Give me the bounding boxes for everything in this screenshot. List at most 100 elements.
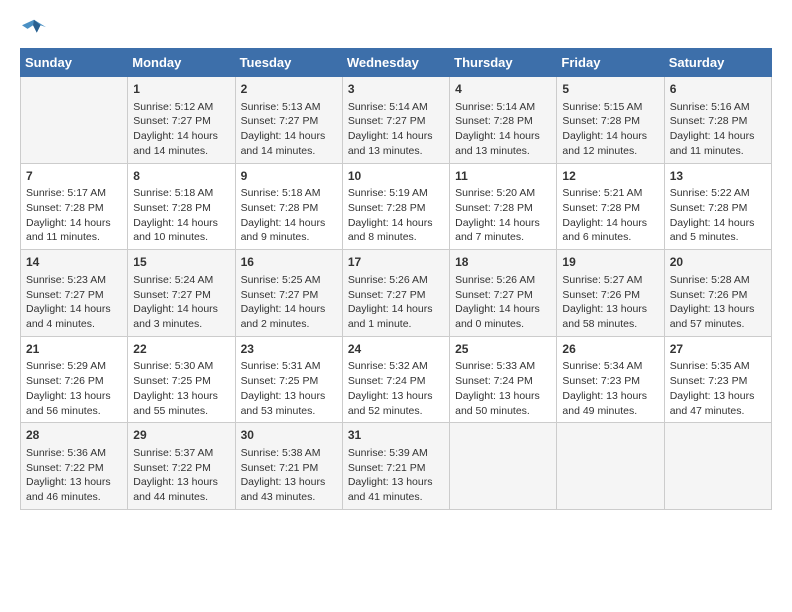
calendar-cell: 6 Sunrise: 5:16 AM Sunset: 7:28 PM Daylig… <box>664 77 771 164</box>
day-info: Sunrise: 5:34 AM Sunset: 7:23 PM Dayligh… <box>562 359 658 418</box>
calendar-cell: 8Sunrise: 5:18 AM Sunset: 7:28 PM Daylig… <box>128 163 235 250</box>
calendar-week-row: 21Sunrise: 5:29 AM Sunset: 7:26 PM Dayli… <box>21 336 772 423</box>
day-number: 26 <box>562 341 658 358</box>
day-number: 14 <box>26 254 122 271</box>
calendar-cell: 29 Sunrise: 5:37 AM Sunset: 7:22 PM Dayli… <box>128 423 235 510</box>
calendar-cell: 20 Sunrise: 5:28 AM Sunset: 7:26 PM Dayli… <box>664 250 771 337</box>
day-info: Sunrise: 5:21 AM Sunset: 7:28 PM Dayligh… <box>562 186 658 245</box>
calendar-cell <box>664 423 771 510</box>
calendar-cell <box>557 423 664 510</box>
day-info: Sunrise: 5:25 AM Sunset: 7:27 PM Dayligh… <box>241 273 337 332</box>
calendar-cell: 30 Sunrise: 5:38 AM Sunset: 7:21 PM Dayli… <box>235 423 342 510</box>
calendar-week-row: 1 Sunrise: 5:12 AM Sunset: 7:27 PM Daylig… <box>21 77 772 164</box>
day-number: 13 <box>670 168 766 185</box>
calendar-cell: 23Sunrise: 5:31 AM Sunset: 7:25 PM Dayli… <box>235 336 342 423</box>
day-info: Sunrise: 5:22 AM Sunset: 7:28 PM Dayligh… <box>670 186 766 245</box>
calendar-header-row: SundayMondayTuesdayWednesdayThursdayFrid… <box>21 49 772 77</box>
calendar-cell: 3 Sunrise: 5:14 AM Sunset: 7:27 PM Daylig… <box>342 77 449 164</box>
day-number: 7 <box>26 168 122 185</box>
day-info: Sunrise: 5:20 AM Sunset: 7:28 PM Dayligh… <box>455 186 551 245</box>
day-info: Sunrise: 5:27 AM Sunset: 7:26 PM Dayligh… <box>562 273 658 332</box>
col-header-friday: Friday <box>557 49 664 77</box>
col-header-tuesday: Tuesday <box>235 49 342 77</box>
logo <box>20 16 52 40</box>
day-number: 9 <box>241 168 337 185</box>
calendar-table: SundayMondayTuesdayWednesdayThursdayFrid… <box>20 48 772 510</box>
day-info: Sunrise: 5:15 AM Sunset: 7:28 PM Dayligh… <box>562 100 658 159</box>
day-info: Sunrise: 5:33 AM Sunset: 7:24 PM Dayligh… <box>455 359 551 418</box>
day-number: 27 <box>670 341 766 358</box>
calendar-cell: 14 Sunrise: 5:23 AM Sunset: 7:27 PM Dayli… <box>21 250 128 337</box>
calendar-cell <box>450 423 557 510</box>
day-info: Sunrise: 5:37 AM Sunset: 7:22 PM Dayligh… <box>133 446 229 505</box>
day-number: 18 <box>455 254 551 271</box>
calendar-cell: 5 Sunrise: 5:15 AM Sunset: 7:28 PM Daylig… <box>557 77 664 164</box>
day-number: 23 <box>241 341 337 358</box>
calendar-cell: 17 Sunrise: 5:26 AM Sunset: 7:27 PM Dayli… <box>342 250 449 337</box>
day-number: 11 <box>455 168 551 185</box>
day-info: Sunrise: 5:14 AM Sunset: 7:28 PM Dayligh… <box>455 100 551 159</box>
col-header-monday: Monday <box>128 49 235 77</box>
day-number: 6 <box>670 81 766 98</box>
day-number: 15 <box>133 254 229 271</box>
col-header-sunday: Sunday <box>21 49 128 77</box>
calendar-cell: 25Sunrise: 5:33 AM Sunset: 7:24 PM Dayli… <box>450 336 557 423</box>
day-info: Sunrise: 5:19 AM Sunset: 7:28 PM Dayligh… <box>348 186 444 245</box>
day-info: Sunrise: 5:16 AM Sunset: 7:28 PM Dayligh… <box>670 100 766 159</box>
day-number: 10 <box>348 168 444 185</box>
calendar-week-row: 28 Sunrise: 5:36 AM Sunset: 7:22 PM Dayli… <box>21 423 772 510</box>
col-header-thursday: Thursday <box>450 49 557 77</box>
day-number: 24 <box>348 341 444 358</box>
calendar-cell: 4 Sunrise: 5:14 AM Sunset: 7:28 PM Daylig… <box>450 77 557 164</box>
day-number: 22 <box>133 341 229 358</box>
day-info: Sunrise: 5:28 AM Sunset: 7:26 PM Dayligh… <box>670 273 766 332</box>
day-info: Sunrise: 5:31 AM Sunset: 7:25 PM Dayligh… <box>241 359 337 418</box>
calendar-cell: 24Sunrise: 5:32 AM Sunset: 7:24 PM Dayli… <box>342 336 449 423</box>
calendar-cell: 13Sunrise: 5:22 AM Sunset: 7:28 PM Dayli… <box>664 163 771 250</box>
day-number: 17 <box>348 254 444 271</box>
day-number: 21 <box>26 341 122 358</box>
day-number: 30 <box>241 427 337 444</box>
calendar-cell: 1 Sunrise: 5:12 AM Sunset: 7:27 PM Daylig… <box>128 77 235 164</box>
day-info: Sunrise: 5:26 AM Sunset: 7:27 PM Dayligh… <box>348 273 444 332</box>
day-number: 3 <box>348 81 444 98</box>
day-number: 2 <box>241 81 337 98</box>
day-number: 20 <box>670 254 766 271</box>
page-header <box>20 16 772 40</box>
day-info: Sunrise: 5:39 AM Sunset: 7:21 PM Dayligh… <box>348 446 444 505</box>
day-info: Sunrise: 5:18 AM Sunset: 7:28 PM Dayligh… <box>241 186 337 245</box>
calendar-cell: 19 Sunrise: 5:27 AM Sunset: 7:26 PM Dayli… <box>557 250 664 337</box>
day-info: Sunrise: 5:29 AM Sunset: 7:26 PM Dayligh… <box>26 359 122 418</box>
calendar-cell: 7Sunrise: 5:17 AM Sunset: 7:28 PM Daylig… <box>21 163 128 250</box>
day-info: Sunrise: 5:12 AM Sunset: 7:27 PM Dayligh… <box>133 100 229 159</box>
calendar-cell: 26Sunrise: 5:34 AM Sunset: 7:23 PM Dayli… <box>557 336 664 423</box>
day-info: Sunrise: 5:18 AM Sunset: 7:28 PM Dayligh… <box>133 186 229 245</box>
calendar-cell: 31Sunrise: 5:39 AM Sunset: 7:21 PM Dayli… <box>342 423 449 510</box>
calendar-cell <box>21 77 128 164</box>
calendar-week-row: 7Sunrise: 5:17 AM Sunset: 7:28 PM Daylig… <box>21 163 772 250</box>
calendar-cell: 18 Sunrise: 5:26 AM Sunset: 7:27 PM Dayli… <box>450 250 557 337</box>
day-info: Sunrise: 5:13 AM Sunset: 7:27 PM Dayligh… <box>241 100 337 159</box>
day-info: Sunrise: 5:26 AM Sunset: 7:27 PM Dayligh… <box>455 273 551 332</box>
day-number: 16 <box>241 254 337 271</box>
day-number: 4 <box>455 81 551 98</box>
day-number: 5 <box>562 81 658 98</box>
day-number: 19 <box>562 254 658 271</box>
day-info: Sunrise: 5:24 AM Sunset: 7:27 PM Dayligh… <box>133 273 229 332</box>
day-info: Sunrise: 5:35 AM Sunset: 7:23 PM Dayligh… <box>670 359 766 418</box>
day-number: 12 <box>562 168 658 185</box>
col-header-wednesday: Wednesday <box>342 49 449 77</box>
calendar-cell: 9Sunrise: 5:18 AM Sunset: 7:28 PM Daylig… <box>235 163 342 250</box>
day-number: 28 <box>26 427 122 444</box>
day-info: Sunrise: 5:38 AM Sunset: 7:21 PM Dayligh… <box>241 446 337 505</box>
calendar-cell: 2 Sunrise: 5:13 AM Sunset: 7:27 PM Daylig… <box>235 77 342 164</box>
day-number: 1 <box>133 81 229 98</box>
day-info: Sunrise: 5:14 AM Sunset: 7:27 PM Dayligh… <box>348 100 444 159</box>
day-info: Sunrise: 5:36 AM Sunset: 7:22 PM Dayligh… <box>26 446 122 505</box>
calendar-cell: 12Sunrise: 5:21 AM Sunset: 7:28 PM Dayli… <box>557 163 664 250</box>
day-info: Sunrise: 5:32 AM Sunset: 7:24 PM Dayligh… <box>348 359 444 418</box>
day-number: 29 <box>133 427 229 444</box>
day-info: Sunrise: 5:30 AM Sunset: 7:25 PM Dayligh… <box>133 359 229 418</box>
col-header-saturday: Saturday <box>664 49 771 77</box>
day-info: Sunrise: 5:23 AM Sunset: 7:27 PM Dayligh… <box>26 273 122 332</box>
